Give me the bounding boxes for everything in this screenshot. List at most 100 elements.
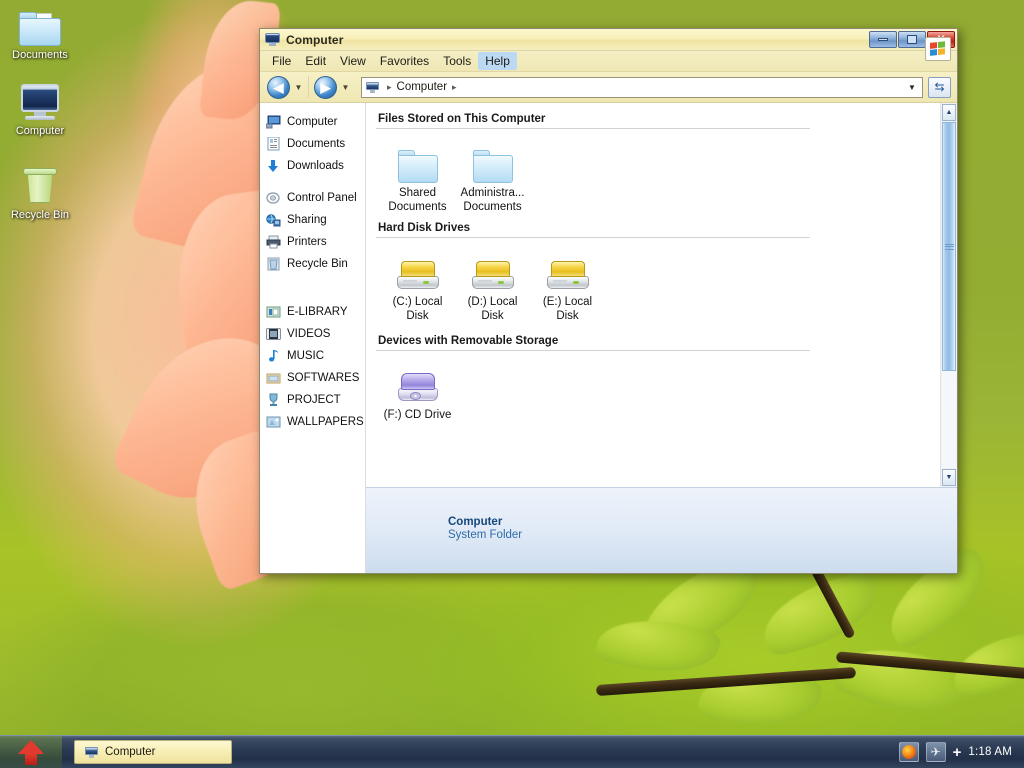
details-title: Computer xyxy=(448,516,503,528)
window-body: Computer Documents Downloads Control Pan… xyxy=(260,103,957,573)
app-icon[interactable]: ✈ xyxy=(925,742,946,762)
sidebar-item-softwares[interactable]: SOFTWARES xyxy=(266,367,365,389)
sidebar-item-label: SOFTWARES xyxy=(287,372,360,384)
blue-folder-icon xyxy=(380,139,455,183)
wallpaper-image-icon xyxy=(266,415,281,429)
sidebar-item-control-panel[interactable]: Control Panel xyxy=(266,187,365,209)
video-film-icon xyxy=(266,327,281,341)
menu-item-file[interactable]: File xyxy=(265,52,298,70)
scrollbar-track[interactable] xyxy=(942,122,956,468)
drive-item-e[interactable]: (E:) Local Disk xyxy=(530,248,605,323)
clock[interactable]: 1:18 AM xyxy=(968,746,1012,758)
firefox-icon[interactable] xyxy=(898,742,919,762)
file-item-administrator-documents[interactable]: Administra... Documents xyxy=(455,139,530,214)
drive-item-label-line2: Disk xyxy=(406,310,429,322)
window-title-bar[interactable]: Computer X xyxy=(260,29,957,51)
forward-button[interactable]: ▶ xyxy=(313,75,338,100)
breadcrumb-separator-icon: ▸ xyxy=(387,81,392,92)
start-button[interactable] xyxy=(0,735,62,768)
control-panel-icon xyxy=(266,191,281,205)
desktop-icon-computer[interactable]: Computer xyxy=(0,78,80,137)
taskbar[interactable]: Computer ✈ + 1:18 AM xyxy=(0,735,1024,768)
breadcrumb-computer[interactable]: Computer xyxy=(397,81,448,93)
taskbar-button-label: Computer xyxy=(105,746,156,758)
back-dropdown-icon[interactable]: ▼ xyxy=(293,76,304,98)
sidebar-group-divider xyxy=(266,275,365,301)
scroll-down-button[interactable]: ▼ xyxy=(942,469,956,486)
drive-item-c[interactable]: (C:) Local Disk xyxy=(380,248,455,323)
desktop-icon-recycle-bin[interactable]: Recycle Bin xyxy=(0,162,80,221)
sidebar-item-label: Sharing xyxy=(287,214,327,226)
desktop-icon-label: Recycle Bin xyxy=(10,209,70,221)
sidebar-group-divider xyxy=(266,177,365,187)
drive-item-f-cd[interactable]: (F:) CD Drive xyxy=(380,361,455,422)
maximize-icon xyxy=(907,35,917,44)
minimize-button[interactable] xyxy=(869,31,897,48)
sidebar-item-label: Recycle Bin xyxy=(287,258,348,270)
back-arrow-icon: ◀ xyxy=(267,75,290,99)
details-subtitle: System Folder xyxy=(448,529,523,541)
printer-icon xyxy=(266,235,281,249)
computer-monitor-icon xyxy=(265,33,280,46)
sidebar-item-music[interactable]: MUSIC xyxy=(266,345,365,367)
menu-item-help[interactable]: Help xyxy=(478,52,517,70)
sidebar-item-documents[interactable]: Documents xyxy=(266,133,365,155)
sidebar-item-videos[interactable]: VIDEOS xyxy=(266,323,365,345)
sidebar-item-printers[interactable]: Printers xyxy=(266,231,365,253)
menu-item-favorites[interactable]: Favorites xyxy=(373,52,436,70)
sidebar-item-e-library[interactable]: E-LIBRARY xyxy=(266,301,365,323)
sidebar-item-recycle-bin[interactable]: Recycle Bin xyxy=(266,253,365,275)
scrollbar-thumb[interactable] xyxy=(942,122,956,372)
section-heading-removable-storage: Devices with Removable Storage xyxy=(378,335,559,347)
desktop-icon-label: Computer xyxy=(15,125,65,137)
softwares-folder-icon xyxy=(266,371,281,385)
sidebar-item-wallpapers[interactable]: WALLPAPERS xyxy=(266,411,365,433)
vertical-scrollbar[interactable]: ▲ ▼ xyxy=(940,103,957,487)
drive-item-label-line1: (C:) Local xyxy=(392,296,443,308)
menu-item-edit[interactable]: Edit xyxy=(298,52,333,70)
maximize-button[interactable] xyxy=(898,31,926,48)
system-tray[interactable]: ✈ + 1:18 AM xyxy=(898,742,1024,762)
trophy-icon xyxy=(266,393,281,407)
address-bar[interactable]: ▸ Computer ▸ ▼ xyxy=(361,76,923,98)
taskbar-button-computer[interactable]: Computer xyxy=(74,740,232,764)
drive-item-label-line2: Disk xyxy=(556,310,579,322)
address-toolbar[interactable]: ◀ ▼ ▶ ▼ ▸ Computer ▸ ▼ ⇆ xyxy=(260,72,957,103)
menu-item-view[interactable]: View xyxy=(333,52,373,70)
documents-icon xyxy=(266,136,281,151)
desktop-icon-documents[interactable]: Documents xyxy=(0,2,80,61)
folder-icon xyxy=(0,2,80,46)
drive-item-label-line1: (F:) CD Drive xyxy=(383,409,452,421)
show-hidden-icons-icon[interactable]: + xyxy=(953,745,962,760)
navigation-sidebar[interactable]: Computer Documents Downloads Control Pan… xyxy=(260,103,366,573)
music-note-icon xyxy=(266,349,281,363)
downloads-arrow-icon xyxy=(266,159,281,173)
menu-bar[interactable]: File Edit View Favorites Tools Help xyxy=(260,37,957,72)
sidebar-item-label: VIDEOS xyxy=(287,328,331,340)
forward-dropdown-icon[interactable]: ▼ xyxy=(340,76,351,98)
sidebar-item-label: Computer xyxy=(287,116,338,128)
refresh-button[interactable]: ⇆ xyxy=(928,76,951,98)
sidebar-item-computer[interactable]: Computer xyxy=(265,111,365,133)
minimize-icon xyxy=(878,38,888,41)
desktop[interactable]: Documents Computer Recycle Bin Computer … xyxy=(0,0,1024,768)
forward-arrow-icon: ▶ xyxy=(314,75,337,99)
window-title: Computer xyxy=(286,32,344,47)
sidebar-item-sharing[interactable]: Sharing xyxy=(266,209,365,231)
scroll-up-button[interactable]: ▲ xyxy=(942,104,956,121)
file-list-area[interactable]: Files Stored on This Computer Shared Doc… xyxy=(366,103,957,487)
explorer-window[interactable]: Computer X File Edit View Favorites Tool… xyxy=(259,28,958,574)
file-list: Files Stored on This Computer Shared Doc… xyxy=(366,103,940,487)
sidebar-item-label: Control Panel xyxy=(287,192,357,204)
menu-item-tools[interactable]: Tools xyxy=(436,52,478,70)
computer-monitor-icon xyxy=(366,81,379,93)
sidebar-item-downloads[interactable]: Downloads xyxy=(266,155,365,177)
back-button[interactable]: ◀ xyxy=(266,75,291,100)
file-item-shared-documents[interactable]: Shared Documents xyxy=(380,139,455,214)
sidebar-item-project[interactable]: PROJECT xyxy=(266,389,365,411)
library-folder-icon xyxy=(266,305,281,319)
chevron-down-icon[interactable]: ▼ xyxy=(904,78,920,97)
drive-item-d[interactable]: (D:) Local Disk xyxy=(455,248,530,323)
hard-disk-icon xyxy=(530,248,605,292)
sidebar-item-label: Documents xyxy=(287,138,346,150)
